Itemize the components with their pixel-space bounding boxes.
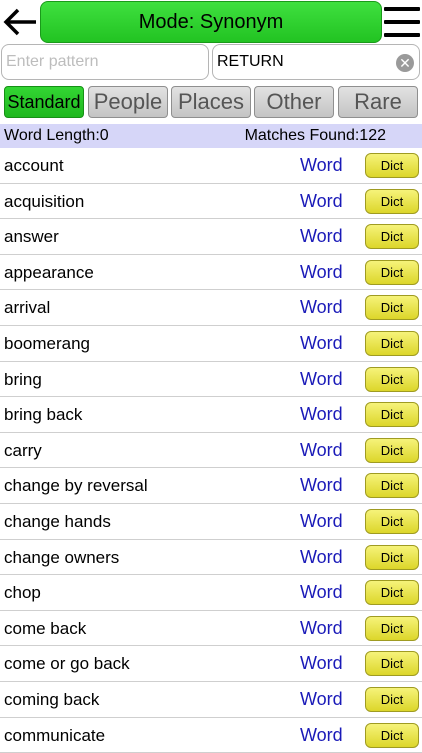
mode-title[interactable]: Mode: Synonym: [40, 1, 382, 43]
list-item[interactable]: change owners Word Dict: [0, 540, 422, 576]
word-type-label[interactable]: Word: [300, 369, 343, 390]
word-list: accountWordDictacquisitionWordDictanswer…: [0, 148, 422, 753]
dict-button[interactable]: Dict: [365, 473, 419, 498]
word-type-label[interactable]: Word: [300, 725, 343, 746]
dict-button[interactable]: Dict: [365, 438, 419, 463]
list-item[interactable]: change by reversal Word Dict: [0, 468, 422, 504]
dict-button[interactable]: Dict: [365, 153, 419, 178]
word-text: arrival: [4, 298, 50, 318]
word-text: bring: [4, 370, 42, 390]
word-field-box: ✕: [212, 44, 420, 80]
matches-found-label: Matches Found:122: [245, 127, 386, 145]
word-type-label[interactable]: Word: [300, 404, 343, 425]
list-item[interactable]: carry Word Dict: [0, 433, 422, 469]
list-item[interactable]: communicate Word Dict: [0, 718, 422, 753]
word-text: change hands: [4, 512, 111, 532]
word-type-label[interactable]: Word: [300, 618, 343, 639]
tab-rare[interactable]: Rare: [338, 86, 418, 118]
dict-button[interactable]: Dict: [365, 331, 419, 356]
pattern-field-box: [1, 44, 209, 80]
word-text: change owners: [4, 548, 119, 568]
search-bar: ✕: [0, 44, 422, 82]
word-text: come or go back: [4, 654, 130, 674]
word-text: change by reversal: [4, 476, 148, 496]
word-type-label[interactable]: Word: [300, 155, 343, 176]
clear-icon[interactable]: ✕: [396, 54, 414, 72]
status-bar: Word Length:0 Matches Found:122: [0, 124, 422, 148]
word-text: carry: [4, 441, 42, 461]
word-input[interactable]: [213, 45, 419, 79]
pattern-input[interactable]: [2, 45, 208, 79]
word-text: boomerang: [4, 334, 90, 354]
word-type-label[interactable]: Word: [300, 582, 343, 603]
dict-button[interactable]: Dict: [365, 224, 419, 249]
word-text: communicate: [4, 726, 105, 746]
word-type-label[interactable]: Word: [300, 440, 343, 461]
word-type-label[interactable]: Word: [300, 475, 343, 496]
word-type-label[interactable]: Word: [300, 333, 343, 354]
dict-button[interactable]: Dict: [365, 687, 419, 712]
word-text: account: [4, 156, 64, 176]
tab-places[interactable]: Places: [171, 86, 251, 118]
tab-people[interactable]: People: [88, 86, 168, 118]
dict-button[interactable]: Dict: [365, 509, 419, 534]
dict-button[interactable]: Dict: [365, 260, 419, 285]
list-item[interactable]: answer Word Dict: [0, 219, 422, 255]
word-text: bring back: [4, 405, 82, 425]
word-length-label: Word Length:0: [4, 127, 109, 145]
list-item[interactable]: bring Word Dict: [0, 362, 422, 398]
list-item[interactable]: appearance Word Dict: [0, 255, 422, 291]
word-text: chop: [4, 583, 41, 603]
list-item[interactable]: change hands Word Dict: [0, 504, 422, 540]
dict-button[interactable]: Dict: [365, 189, 419, 214]
list-item[interactable]: arrival Word Dict: [0, 290, 422, 326]
list-item[interactable]: coming back Word Dict: [0, 682, 422, 718]
word-text: answer: [4, 227, 59, 247]
category-tabs: Standard People Places Other Rare: [0, 84, 422, 122]
word-type-label[interactable]: Word: [300, 191, 343, 212]
dict-button[interactable]: Dict: [365, 651, 419, 676]
word-text: coming back: [4, 690, 99, 710]
word-text: come back: [4, 619, 86, 639]
list-item[interactable]: acquisition Word Dict: [0, 184, 422, 220]
word-type-label[interactable]: Word: [300, 511, 343, 532]
word-type-label[interactable]: Word: [300, 262, 343, 283]
word-type-label[interactable]: Word: [300, 689, 343, 710]
word-type-label[interactable]: Word: [300, 653, 343, 674]
dict-button[interactable]: Dict: [365, 295, 419, 320]
word-type-label[interactable]: Word: [300, 226, 343, 247]
word-type-label[interactable]: Word: [300, 547, 343, 568]
hamburger-menu-icon[interactable]: [384, 5, 420, 39]
tab-standard[interactable]: Standard: [4, 86, 84, 118]
dict-button[interactable]: Dict: [365, 545, 419, 570]
list-item[interactable]: account Word Dict: [0, 148, 422, 184]
list-item[interactable]: bring back Word Dict: [0, 397, 422, 433]
header: Mode: Synonym: [0, 0, 422, 44]
list-item[interactable]: boomerang Word Dict: [0, 326, 422, 362]
list-item[interactable]: chop Word Dict: [0, 575, 422, 611]
word-type-label[interactable]: Word: [300, 297, 343, 318]
dict-button[interactable]: Dict: [365, 616, 419, 641]
word-text: acquisition: [4, 192, 84, 212]
dict-button[interactable]: Dict: [365, 723, 419, 748]
list-item[interactable]: come or go back Word Dict: [0, 646, 422, 682]
word-text: appearance: [4, 263, 94, 283]
tab-other[interactable]: Other: [254, 86, 334, 118]
back-arrow-icon[interactable]: [2, 4, 38, 40]
dict-button[interactable]: Dict: [365, 580, 419, 605]
dict-button[interactable]: Dict: [365, 367, 419, 392]
dict-button[interactable]: Dict: [365, 402, 419, 427]
list-item[interactable]: come back Word Dict: [0, 611, 422, 647]
